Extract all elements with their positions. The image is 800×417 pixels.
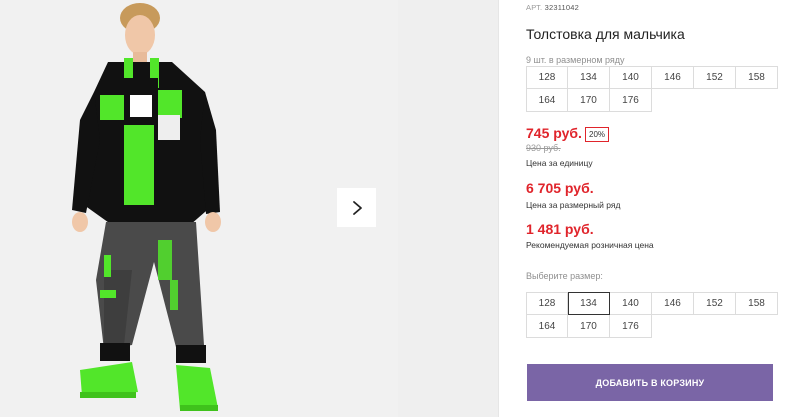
size-row-cell: 164 xyxy=(526,89,568,112)
size-row-grid: 128 134 140 146 152 158 164 170 176 xyxy=(526,66,778,112)
retail-price: 1 481 руб. xyxy=(526,221,594,237)
size-select-label: Выберите размер: xyxy=(526,271,603,281)
article-number: АРТ. 32311042 xyxy=(526,3,579,12)
size-option[interactable]: 128 xyxy=(526,292,568,315)
size-option[interactable]: 176 xyxy=(610,315,652,338)
retail-price-caption: Рекомендуемая розничная цена xyxy=(526,240,654,250)
size-row-label: 9 шт. в размерном ряду xyxy=(526,55,625,65)
add-to-cart-button[interactable]: ДОБАВИТЬ В КОРЗИНУ xyxy=(527,364,773,401)
size-select-grid: 128 134 140 146 152 158 164 170 176 xyxy=(526,292,778,338)
size-option[interactable]: 152 xyxy=(694,292,736,315)
article-value: 32311042 xyxy=(544,3,580,12)
size-row-cell: 140 xyxy=(610,66,652,89)
size-row-cell: 152 xyxy=(694,66,736,89)
size-option[interactable]: 170 xyxy=(568,315,610,338)
size-row-cell: 134 xyxy=(568,66,610,89)
unit-price-caption: Цена за единицу xyxy=(526,158,593,168)
old-price: 930 руб. xyxy=(526,143,561,153)
size-row-cell: 146 xyxy=(652,66,694,89)
size-row-cell: 170 xyxy=(568,89,610,112)
size-option[interactable]: 158 xyxy=(736,292,778,315)
divider xyxy=(498,0,499,417)
discount-badge: 20% xyxy=(585,127,610,142)
gallery-background xyxy=(398,0,498,417)
article-label: АРТ. xyxy=(526,3,543,12)
size-option[interactable]: 146 xyxy=(652,292,694,315)
size-row-cell: 158 xyxy=(736,66,778,89)
row-price: 6 705 руб. xyxy=(526,180,594,196)
row-price-caption: Цена за размерный ряд xyxy=(526,200,621,210)
unit-price: 745 руб. xyxy=(526,125,582,141)
size-option[interactable]: 164 xyxy=(526,315,568,338)
chevron-right-icon xyxy=(352,200,362,215)
next-image-button[interactable] xyxy=(337,188,376,227)
size-option-selected[interactable]: 134 xyxy=(568,292,610,315)
product-title: Толстовка для мальчика xyxy=(526,26,685,42)
product-image[interactable] xyxy=(0,0,398,417)
size-option[interactable]: 140 xyxy=(610,292,652,315)
size-row-cell: 128 xyxy=(526,66,568,89)
size-row-cell: 176 xyxy=(610,89,652,112)
